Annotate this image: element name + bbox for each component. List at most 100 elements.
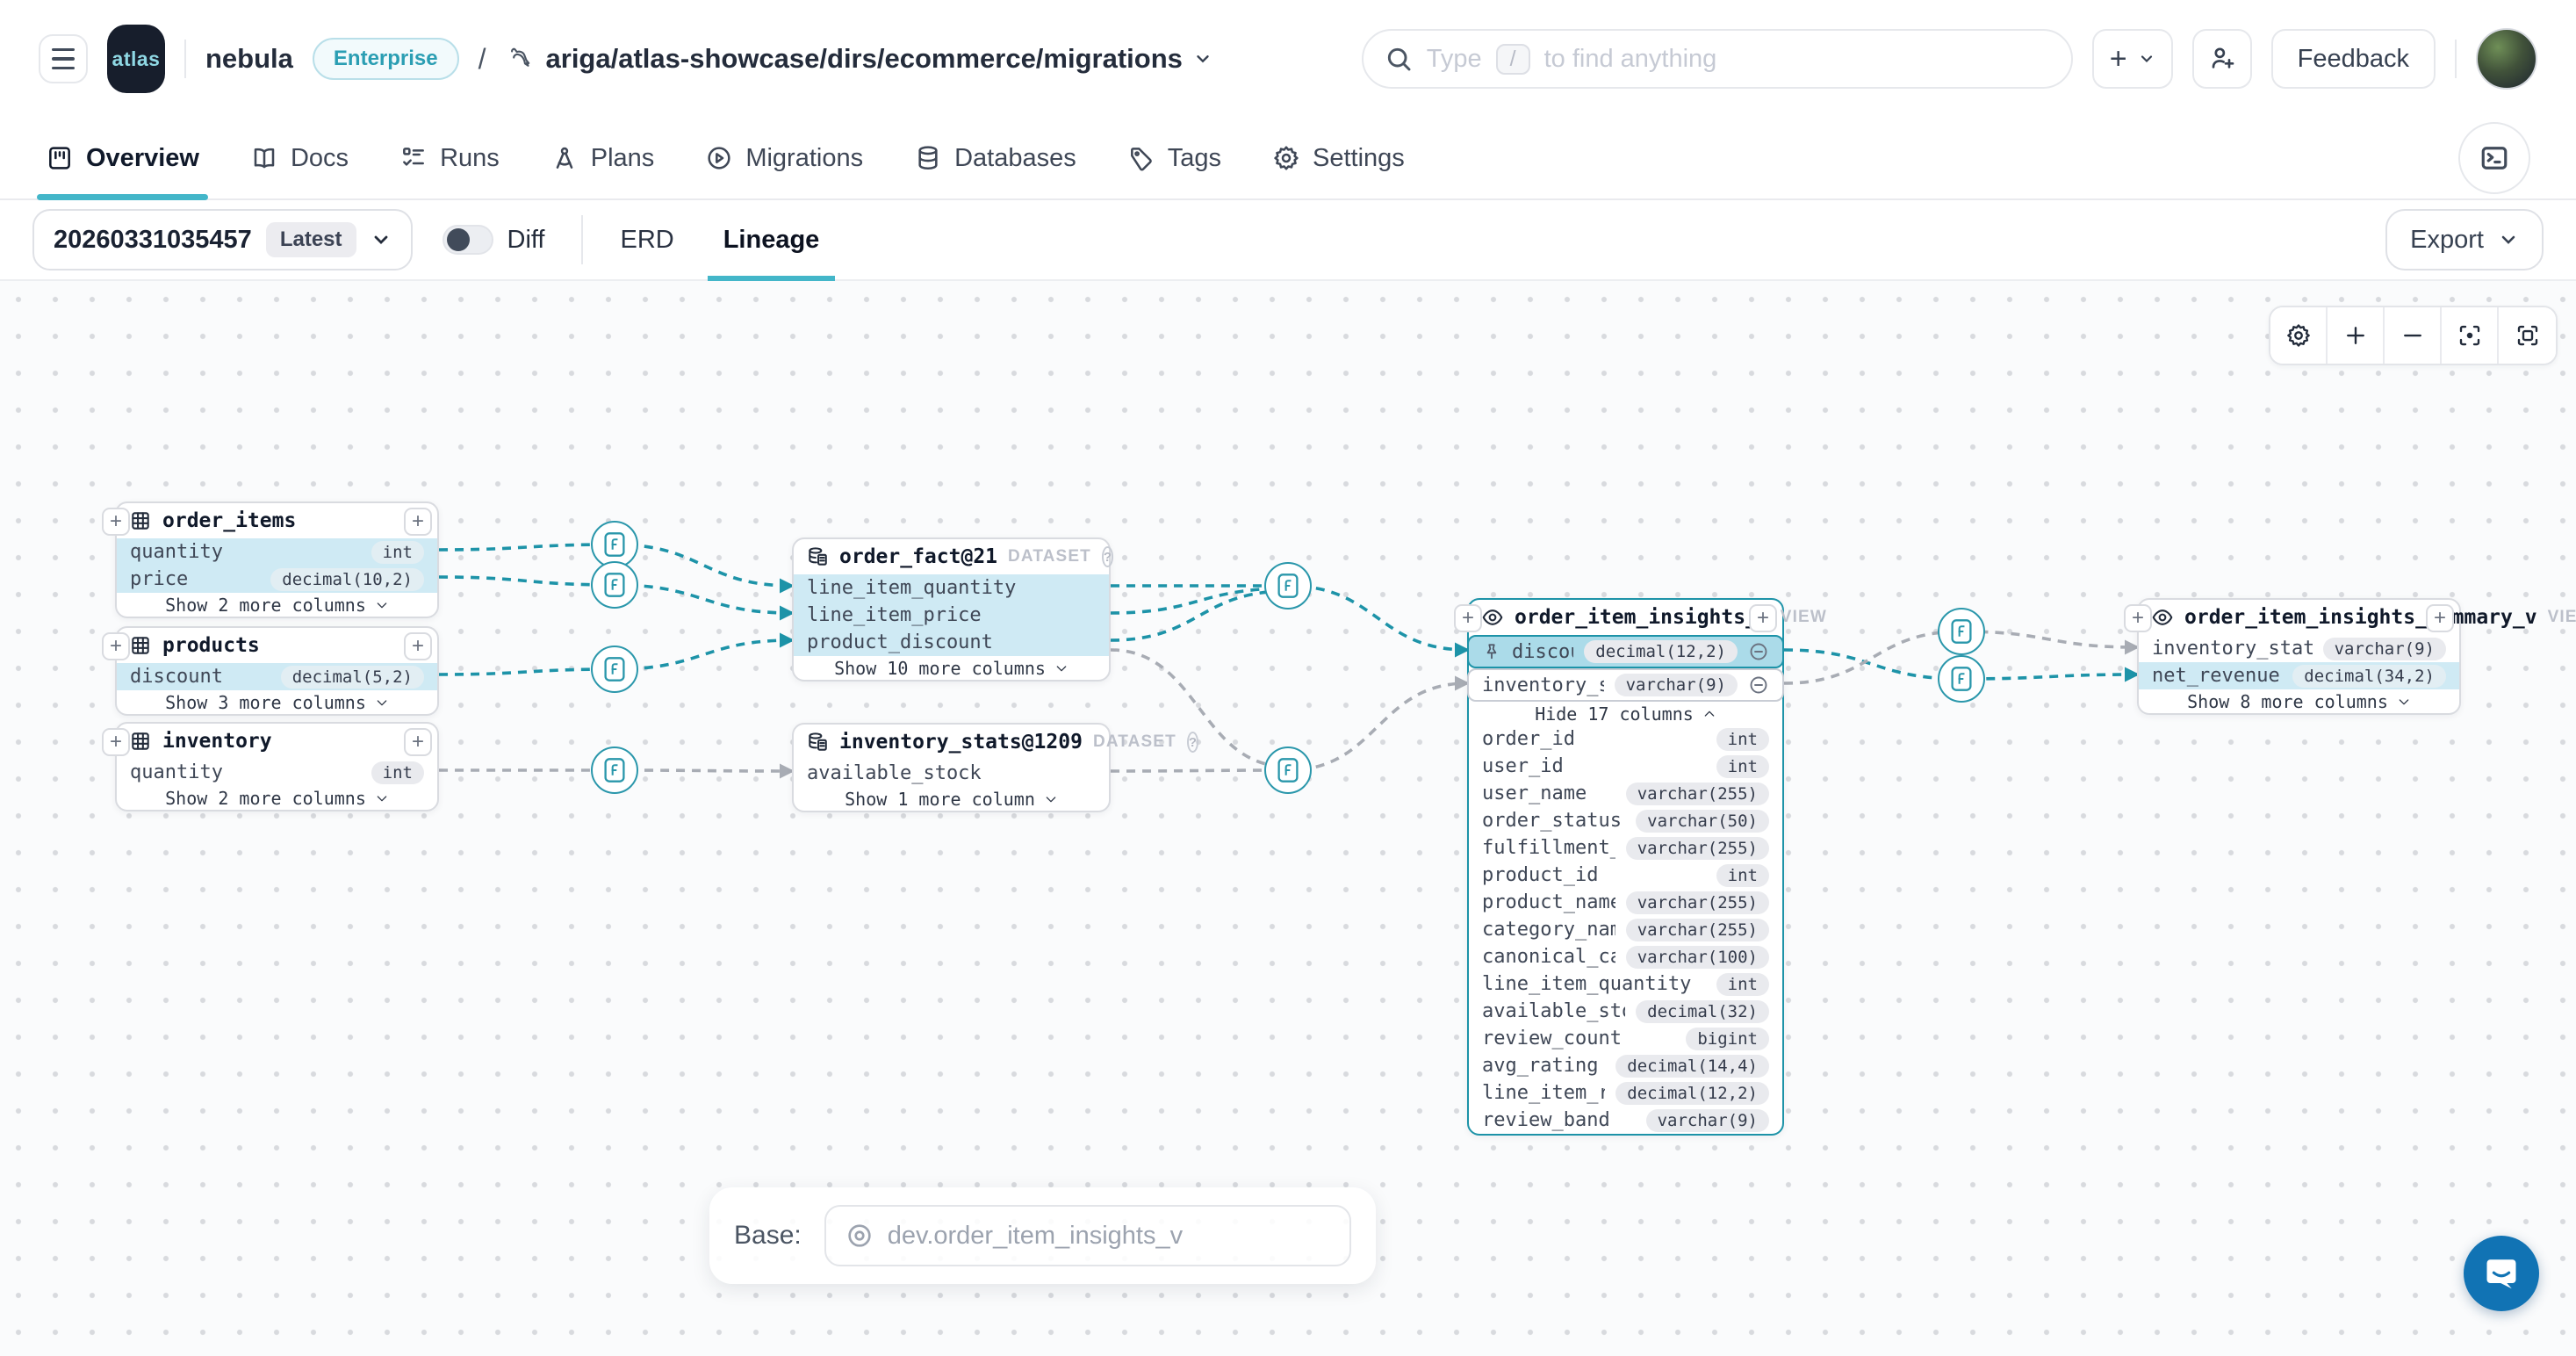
column-row[interactable]: avg_ratingdecimal(14,4) — [1469, 1052, 1782, 1079]
expand-upstream-button[interactable]: + — [2124, 604, 2152, 632]
expand-upstream-button[interactable]: + — [102, 632, 130, 660]
lineage-node-order_items[interactable]: +order_items+quantityintpricedecimal(10,… — [115, 501, 439, 618]
tab-settings[interactable]: Settings — [1272, 118, 1405, 198]
show-more-columns-toggle[interactable]: Show 1 more column — [794, 787, 1109, 811]
atlas-logo[interactable]: atlas — [107, 25, 165, 93]
node-header[interactable]: inventory_stats@1209DATASET? — [794, 725, 1109, 760]
expand-upstream-button[interactable]: + — [1454, 604, 1482, 632]
diff-toggle[interactable] — [443, 225, 493, 255]
tab-migrations[interactable]: Migrations — [705, 118, 863, 198]
column-row[interactable]: available_stockdecimal(32) — [1469, 998, 1782, 1025]
column-row[interactable]: line_item_price — [794, 602, 1109, 629]
function-node[interactable] — [591, 747, 638, 794]
show-more-columns-toggle[interactable]: Show 2 more columns — [117, 593, 437, 617]
minus-circle-icon[interactable] — [1748, 641, 1769, 662]
expand-upstream-button[interactable]: + — [102, 508, 130, 536]
column-row[interactable]: inventory_statusvarchar(9) — [1467, 668, 1784, 702]
tab-runs[interactable]: Runs — [399, 118, 500, 198]
column-row[interactable]: product_discount — [794, 629, 1109, 656]
canvas-zoom-out-button[interactable] — [2385, 307, 2442, 364]
chat-launcher-button[interactable] — [2464, 1236, 2539, 1311]
tab-tags[interactable]: Tags — [1127, 118, 1221, 198]
function-node[interactable] — [1938, 655, 1985, 703]
column-row[interactable]: inventory_statusvarchar(9) — [2139, 635, 2459, 662]
expand-downstream-button[interactable]: + — [1749, 604, 1777, 632]
function-node[interactable] — [591, 646, 638, 693]
canvas-fit-view-button[interactable] — [2442, 307, 2499, 364]
expand-downstream-button[interactable]: + — [404, 508, 432, 536]
node-header[interactable]: order_fact@21DATASET? — [794, 539, 1109, 574]
column-row[interactable]: user_idint — [1469, 753, 1782, 780]
expand-downstream-button[interactable]: + — [404, 728, 432, 756]
column-row[interactable]: net_revenuedecimal(34,2) — [2139, 662, 2459, 689]
tab-databases[interactable]: Databases — [914, 118, 1076, 198]
invite-user-button[interactable] — [2192, 29, 2252, 89]
node-header[interactable]: +order_item_insights_vVIEW+ — [1469, 600, 1782, 635]
hamburger-menu-button[interactable] — [39, 34, 88, 83]
lineage-node-inventory[interactable]: +inventory+quantityintShow 2 more column… — [115, 722, 439, 811]
lineage-node-inventory_stats[interactable]: inventory_stats@1209DATASET?available_st… — [792, 723, 1111, 812]
function-node[interactable] — [1264, 747, 1312, 794]
column-row[interactable]: line_item_revenuedecimal(12,2) — [1469, 1079, 1782, 1107]
lineage-node-order_item_insights_summary_v[interactable]: +order_item_insights_summary_vVIEW+inven… — [2137, 598, 2461, 715]
column-row[interactable]: canonical_category…varchar(100) — [1469, 943, 1782, 970]
column-row[interactable]: category_namevarchar(255) — [1469, 916, 1782, 943]
function-node[interactable] — [1264, 562, 1312, 609]
canvas-gear-button[interactable] — [2270, 307, 2328, 364]
show-more-columns-toggle[interactable]: Show 10 more columns — [794, 656, 1109, 680]
minus-circle-icon[interactable] — [1748, 674, 1769, 696]
help-icon[interactable]: ? — [1102, 546, 1113, 567]
column-row[interactable]: user_namevarchar(255) — [1469, 780, 1782, 807]
column-row[interactable]: product_namevarchar(255) — [1469, 889, 1782, 916]
node-header[interactable]: +products+ — [117, 628, 437, 663]
function-node[interactable] — [1938, 608, 1985, 655]
function-node[interactable] — [591, 561, 638, 609]
column-row[interactable]: order_idint — [1469, 725, 1782, 753]
lineage-node-order_fact[interactable]: order_fact@21DATASET?line_item_quantityl… — [792, 537, 1111, 682]
column-row[interactable]: quantityint — [117, 538, 437, 566]
base-object-input[interactable]: dev.order_item_insights_v — [824, 1205, 1351, 1266]
show-more-columns-toggle[interactable]: Show 3 more columns — [117, 690, 437, 714]
column-row[interactable]: discountdecimal(5,2) — [117, 663, 437, 690]
show-more-columns-toggle[interactable]: Show 8 more columns — [2139, 689, 2459, 713]
column-row[interactable]: available_stock — [794, 760, 1109, 787]
tab-overview[interactable]: Overview — [46, 118, 199, 198]
canvas-fullscreen-button[interactable] — [2499, 307, 2556, 364]
user-avatar[interactable] — [2476, 28, 2537, 90]
help-icon[interactable]: ? — [1187, 732, 1198, 753]
view-tab-lineage[interactable]: Lineage — [723, 199, 820, 280]
column-row[interactable]: order_statusvarchar(50) — [1469, 807, 1782, 834]
view-tab-erd[interactable]: ERD — [620, 199, 673, 280]
lineage-node-products[interactable]: +products+discountdecimal(5,2)Show 3 mor… — [115, 626, 439, 716]
canvas-zoom-in-button[interactable] — [2328, 307, 2385, 364]
node-header[interactable]: +order_items+ — [117, 503, 437, 538]
create-new-button[interactable]: + — [2092, 29, 2173, 89]
column-row[interactable]: review_bandvarchar(9) — [1469, 1107, 1782, 1134]
feedback-button[interactable]: Feedback — [2271, 29, 2436, 89]
expand-downstream-button[interactable]: + — [404, 632, 432, 660]
cli-terminal-button[interactable] — [2458, 122, 2530, 194]
lineage-canvas[interactable]: +order_items+quantityintpricedecimal(10,… — [0, 281, 2576, 1356]
expand-downstream-button[interactable]: + — [2426, 604, 2454, 632]
version-selector[interactable]: 20260331035457 Latest — [32, 209, 413, 270]
search-input[interactable]: Type / to find anything — [1362, 29, 2073, 89]
export-button[interactable]: Export — [2385, 209, 2544, 270]
tab-plans[interactable]: Plans — [550, 118, 655, 198]
expand-upstream-button[interactable]: + — [102, 728, 130, 756]
breadcrumb[interactable]: ariga/atlas-showcase/dirs/ecommerce/migr… — [506, 43, 1212, 75]
column-row[interactable]: pricedecimal(10,2) — [117, 566, 437, 593]
column-name: discounted_line… — [1512, 641, 1573, 663]
lineage-node-order_item_insights_v[interactable]: +order_item_insights_vVIEW+discounted_li… — [1467, 598, 1784, 1136]
column-row[interactable]: review_countbigint — [1469, 1025, 1782, 1052]
column-row[interactable]: product_idint — [1469, 862, 1782, 889]
node-header[interactable]: +inventory+ — [117, 724, 437, 759]
column-row[interactable]: line_item_quantity — [794, 574, 1109, 602]
columns-toggle[interactable]: Hide 17 columns — [1469, 702, 1782, 725]
show-more-columns-toggle[interactable]: Show 2 more columns — [117, 786, 437, 810]
tab-docs[interactable]: Docs — [250, 118, 349, 198]
column-row[interactable]: fulfillment_center…varchar(255) — [1469, 834, 1782, 862]
column-row[interactable]: quantityint — [117, 759, 437, 786]
column-row[interactable]: line_item_quantityint — [1469, 970, 1782, 998]
column-row[interactable]: discounted_line…decimal(12,2) — [1467, 635, 1784, 668]
node-header[interactable]: +order_item_insights_summary_vVIEW+ — [2139, 600, 2459, 635]
